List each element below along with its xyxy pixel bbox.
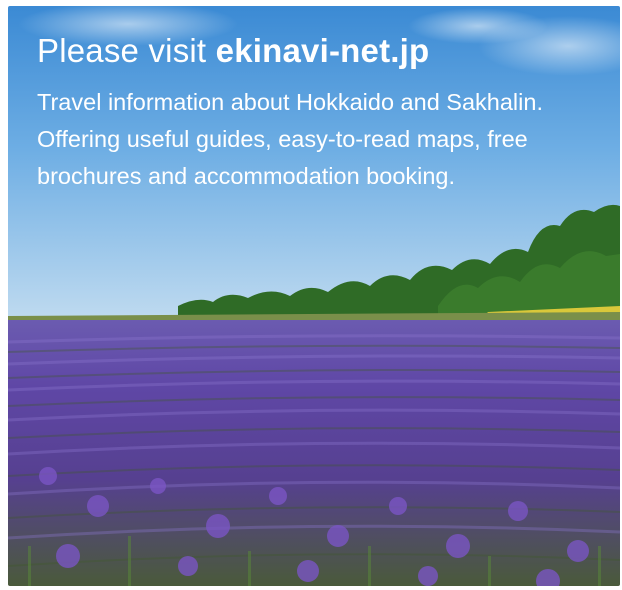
banner-ad[interactable]: Please visit ekinavi-net.jp Travel infor… xyxy=(8,6,620,586)
banner-headline[interactable]: Please visit ekinavi-net.jp xyxy=(37,28,597,74)
site-domain-link[interactable]: ekinavi-net.jp xyxy=(216,32,430,69)
banner-description: Travel information about Hokkaido and Sa… xyxy=(37,89,543,189)
headline-prefix: Please visit xyxy=(37,32,216,69)
banner-text: Please visit ekinavi-net.jp Travel infor… xyxy=(37,28,597,195)
